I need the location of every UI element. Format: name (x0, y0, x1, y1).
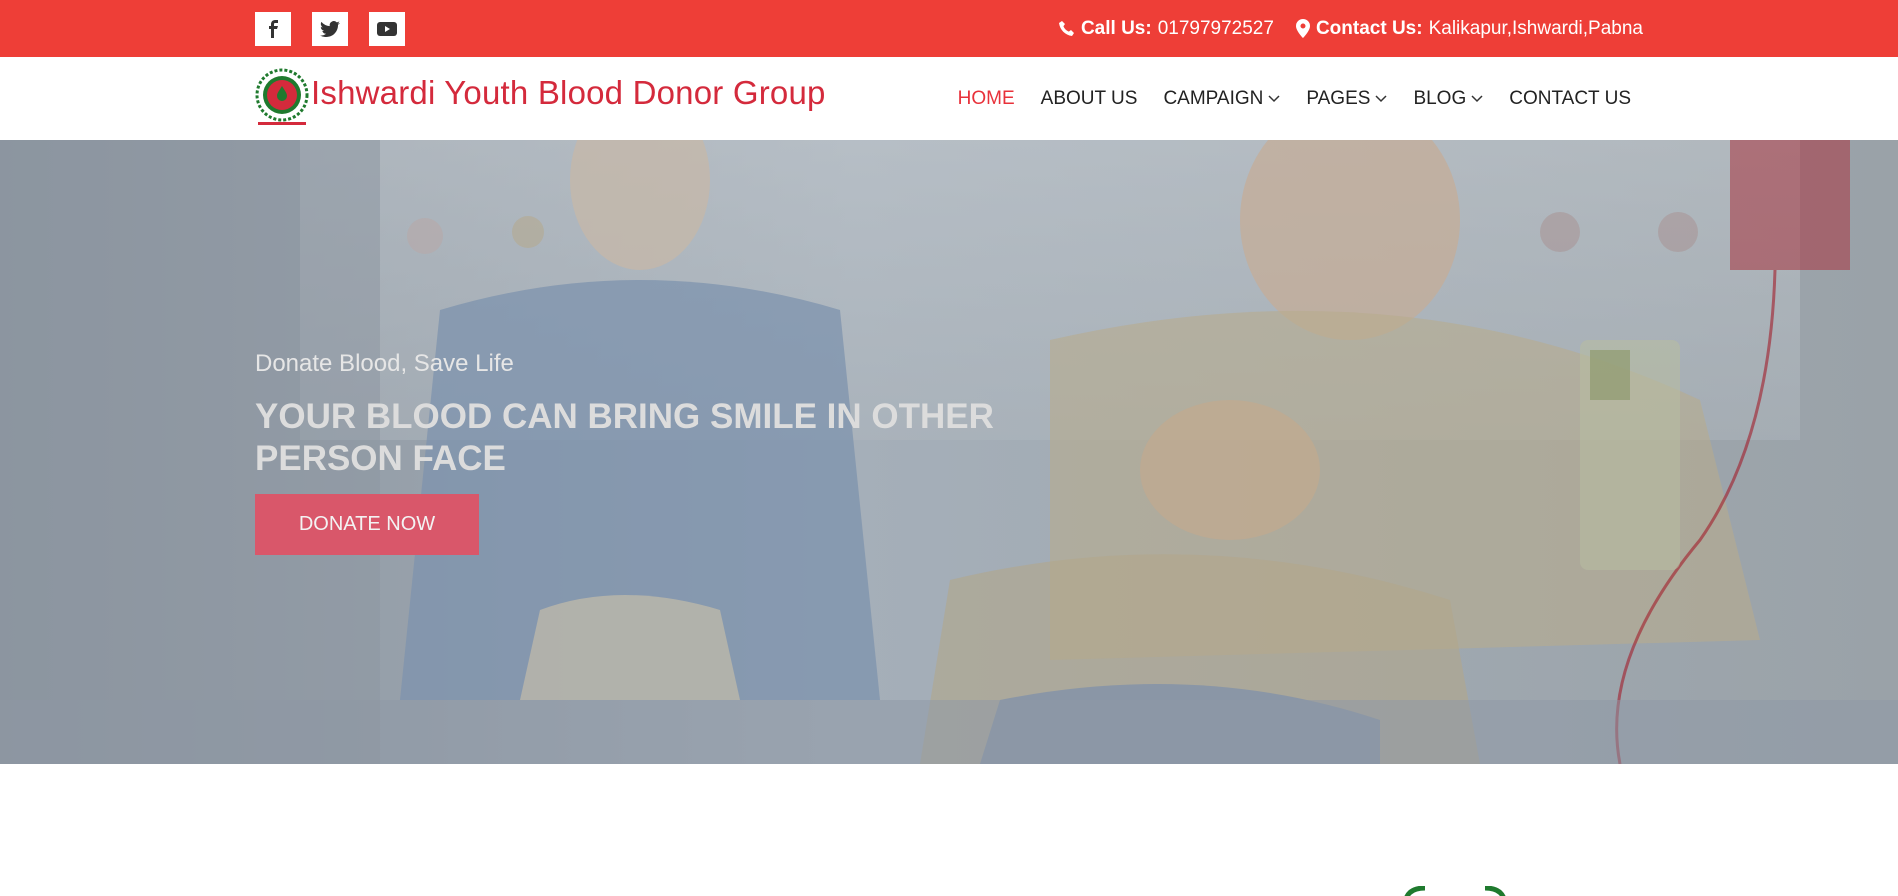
chevron-down-icon (1268, 94, 1280, 102)
nav-label: PAGES (1306, 87, 1371, 109)
contact-address: Kalikapur,Ishwardi,Pabna (1428, 17, 1643, 39)
nav-item-campaign[interactable]: CAMPAIGN (1163, 88, 1280, 110)
main-nav: HOME ABOUT US CAMPAIGN PAGES BLOG CONTAC… (958, 57, 1631, 140)
contact-info: Call Us: 01797972527 Contact Us: Kalikap… (1058, 0, 1643, 57)
youtube-icon[interactable] (369, 12, 405, 46)
map-marker-icon (1295, 19, 1310, 38)
hero-slider: Donate Blood, Save Life YOUR BLOOD CAN B… (0, 140, 1898, 764)
facebook-icon[interactable] (255, 12, 291, 46)
chevron-down-icon (1471, 94, 1483, 102)
nav-label: HOME (957, 87, 1015, 109)
nav-item-contact-us[interactable]: CONTACT US (1509, 88, 1631, 110)
phone-icon (1058, 20, 1074, 36)
hero-subtitle: Donate Blood, Save Life (255, 350, 514, 377)
nav-item-pages[interactable]: PAGES (1306, 88, 1387, 110)
donate-now-button[interactable]: DONATE NOW (255, 494, 479, 555)
nav-label: BLOG (1413, 87, 1467, 109)
site-brand-name[interactable]: Ishwardi Youth Blood Donor Group (311, 74, 826, 112)
main-header: Ishwardi Youth Blood Donor Group HOME AB… (0, 57, 1898, 140)
top-bar: Call Us: 01797972527 Contact Us: Kalikap… (0, 0, 1898, 57)
nav-item-about-us[interactable]: ABOUT US (1041, 88, 1138, 110)
nav-label: ABOUT US (1040, 87, 1138, 109)
call-number[interactable]: 01797972527 (1158, 18, 1274, 40)
section-emblem (1395, 886, 1515, 896)
address-info: Contact Us: Kalikapur,Ishwardi,Pabna (1295, 17, 1643, 40)
nav-item-home[interactable]: HOME (958, 88, 1015, 110)
call-info: Call Us: 01797972527 (1058, 17, 1274, 40)
twitter-icon[interactable] (312, 12, 348, 46)
nav-item-blog[interactable]: BLOG (1413, 88, 1483, 110)
chevron-down-icon (1375, 94, 1387, 102)
site-logo[interactable] (255, 68, 309, 128)
hero-title: YOUR BLOOD CAN BRING SMILE IN OTHER PERS… (255, 397, 994, 478)
nav-label: CONTACT US (1509, 87, 1631, 109)
contact-label: Contact Us: (1315, 17, 1423, 39)
call-label: Call Us: (1080, 17, 1152, 39)
nav-label: CAMPAIGN (1163, 87, 1264, 109)
